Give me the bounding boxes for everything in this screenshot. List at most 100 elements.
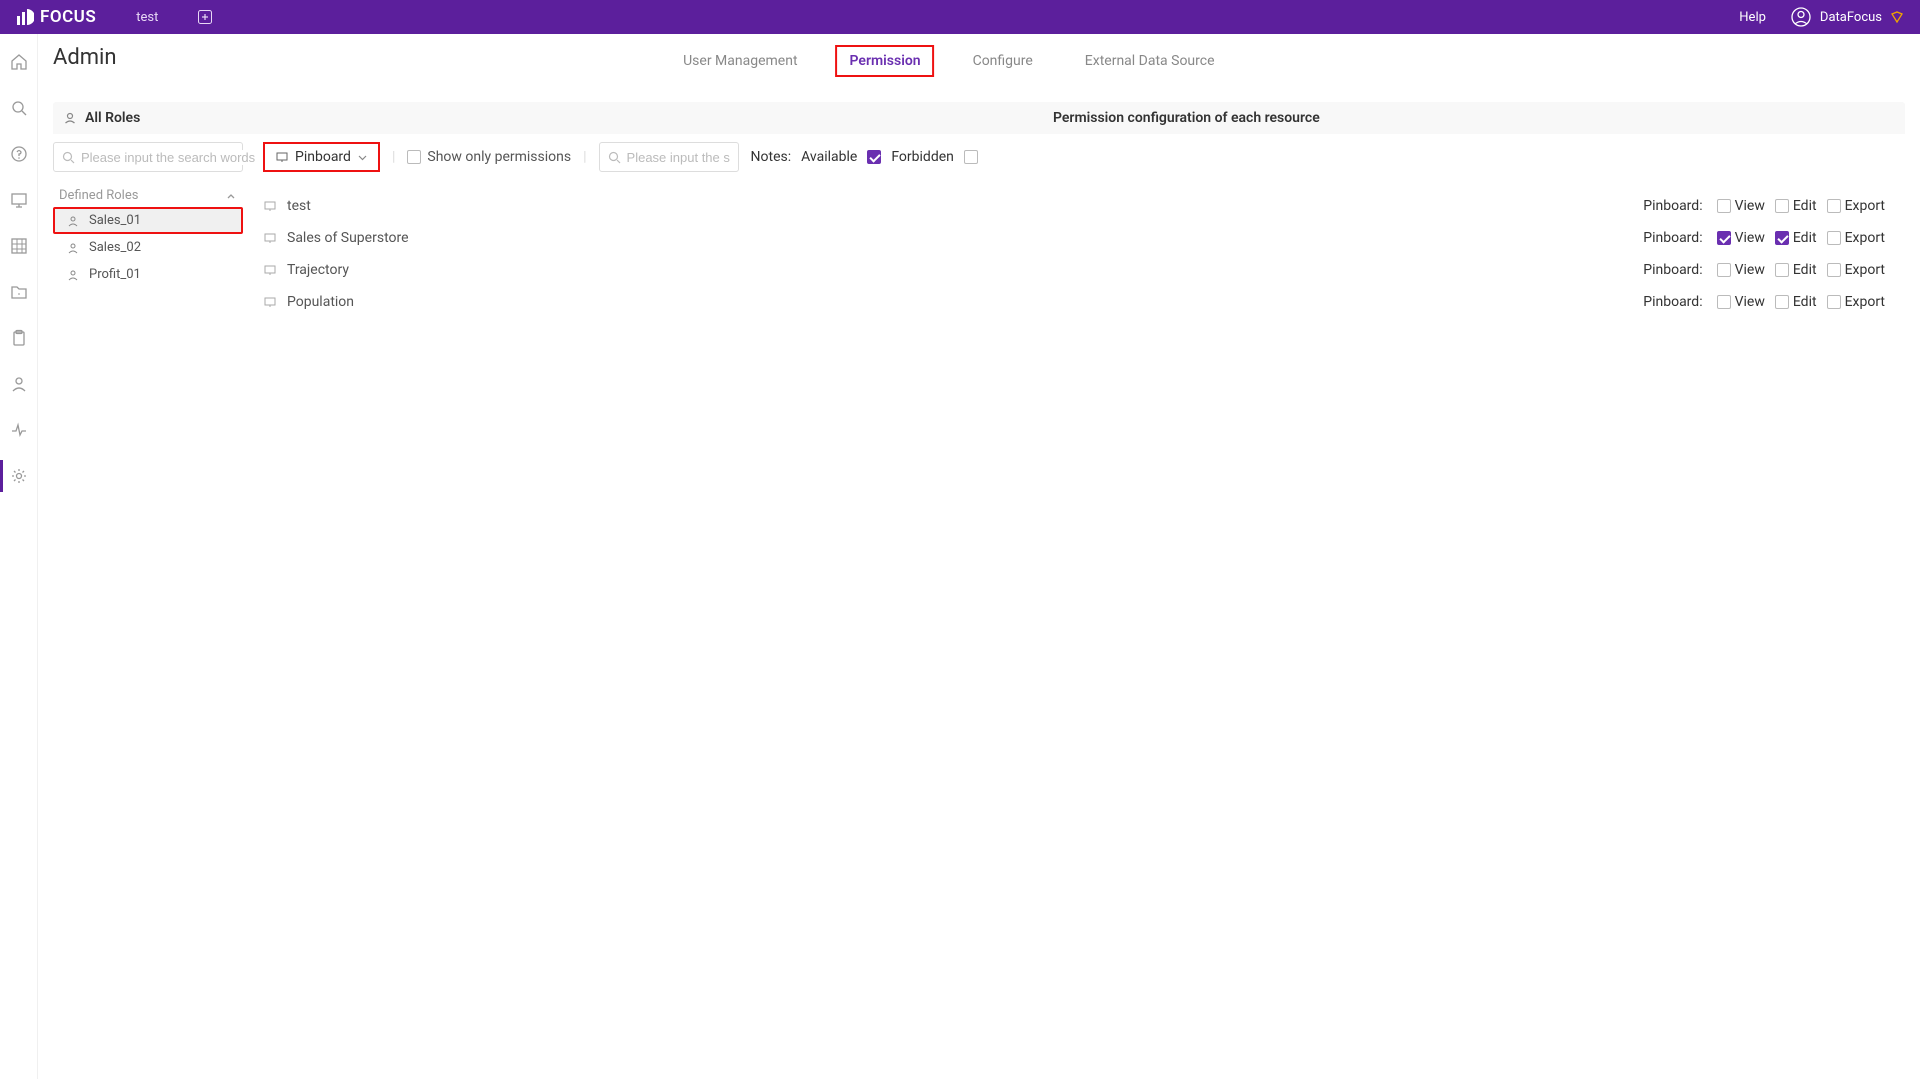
user-icon bbox=[67, 215, 79, 227]
nav-help-icon[interactable] bbox=[9, 144, 29, 164]
perm-export-label: Export bbox=[1845, 230, 1885, 246]
resource-name: Trajectory bbox=[287, 262, 1643, 278]
roles-panel: All Roles Defined Roles Sales_01 bbox=[53, 102, 243, 1079]
nav-activity-icon[interactable] bbox=[9, 420, 29, 440]
diamond-icon bbox=[1890, 10, 1904, 24]
resource-row: Sales of Superstore Pinboard: View Edit … bbox=[263, 222, 1905, 254]
user-icon bbox=[67, 242, 79, 254]
nav-home-icon[interactable] bbox=[9, 52, 29, 72]
show-only-permissions[interactable]: Show only permissions bbox=[407, 149, 571, 165]
perm-view-label: View bbox=[1735, 198, 1765, 214]
resource-toolbar: Pinboard | Show only permissions | Not bbox=[243, 142, 1905, 172]
user-icon bbox=[67, 269, 79, 281]
view-checkbox[interactable] bbox=[1717, 263, 1731, 277]
perm-edit-label: Edit bbox=[1793, 198, 1817, 214]
nav-user-icon[interactable] bbox=[9, 374, 29, 394]
role-item[interactable]: Profit_01 bbox=[53, 261, 243, 288]
defined-roles-toggle[interactable]: Defined Roles bbox=[53, 184, 243, 207]
logo-icon bbox=[16, 8, 34, 26]
resource-name: test bbox=[287, 198, 1643, 214]
tab-item[interactable]: test bbox=[136, 10, 158, 25]
perm-type-label: Pinboard: bbox=[1643, 230, 1702, 246]
perm-view-label: View bbox=[1735, 262, 1765, 278]
resource-name: Sales of Superstore bbox=[287, 230, 1643, 246]
export-checkbox[interactable] bbox=[1827, 295, 1841, 309]
nav-search-icon[interactable] bbox=[9, 98, 29, 118]
nav-clipboard-icon[interactable] bbox=[9, 328, 29, 348]
add-tab-icon[interactable] bbox=[198, 10, 212, 24]
perm-export-label: Export bbox=[1845, 198, 1885, 214]
nav-grid-icon[interactable] bbox=[9, 236, 29, 256]
defined-roles-label: Defined Roles bbox=[59, 188, 138, 203]
perm-export-label: Export bbox=[1845, 294, 1885, 310]
pinboard-icon bbox=[275, 150, 289, 164]
view-checkbox[interactable] bbox=[1717, 199, 1731, 213]
edit-checkbox[interactable] bbox=[1775, 263, 1789, 277]
perm-type-label: Pinboard: bbox=[1643, 198, 1702, 214]
divider: | bbox=[392, 149, 395, 165]
resource-type-dropdown[interactable]: Pinboard bbox=[263, 142, 380, 172]
top-header: FOCUS test Help DataFocus bbox=[0, 0, 1920, 34]
nav-folder-icon[interactable] bbox=[9, 282, 29, 302]
resource-panel-title: Permission configuration of each resourc… bbox=[243, 102, 1905, 134]
export-checkbox[interactable] bbox=[1827, 199, 1841, 213]
perm-edit-label: Edit bbox=[1793, 262, 1817, 278]
nav-settings-icon[interactable] bbox=[9, 466, 29, 486]
available-label: Available bbox=[801, 149, 857, 165]
role-name: Sales_02 bbox=[89, 240, 141, 255]
perm-export-label: Export bbox=[1845, 262, 1885, 278]
perm-type-label: Pinboard: bbox=[1643, 294, 1702, 310]
view-checkbox[interactable] bbox=[1717, 295, 1731, 309]
notes-label: Notes: bbox=[751, 149, 792, 165]
user-menu[interactable]: DataFocus bbox=[1790, 6, 1904, 28]
tab-permission[interactable]: Permission bbox=[836, 45, 935, 77]
role-search[interactable] bbox=[53, 142, 243, 172]
export-checkbox[interactable] bbox=[1827, 263, 1841, 277]
role-item[interactable]: Sales_02 bbox=[53, 234, 243, 261]
view-checkbox[interactable] bbox=[1717, 231, 1731, 245]
nav-presentation-icon[interactable] bbox=[9, 190, 29, 210]
edit-checkbox[interactable] bbox=[1775, 231, 1789, 245]
resource-name: Population bbox=[287, 294, 1643, 310]
show-only-checkbox[interactable] bbox=[407, 150, 421, 164]
edit-checkbox[interactable] bbox=[1775, 295, 1789, 309]
role-item[interactable]: Sales_01 bbox=[53, 207, 243, 234]
tab-user-management[interactable]: User Management bbox=[669, 45, 811, 77]
resource-row: Population Pinboard: View Edit Export bbox=[263, 286, 1905, 318]
dropdown-label: Pinboard bbox=[295, 149, 351, 165]
available-legend-checkbox bbox=[867, 150, 881, 164]
role-search-input[interactable] bbox=[81, 150, 257, 165]
logo-text: FOCUS bbox=[40, 7, 96, 27]
tab-configure[interactable]: Configure bbox=[959, 45, 1047, 77]
tab-external-data-source[interactable]: External Data Source bbox=[1071, 45, 1229, 77]
notes-legend: Notes: Available Forbidden bbox=[751, 149, 978, 165]
logo[interactable]: FOCUS bbox=[16, 7, 96, 27]
page-title: Admin bbox=[53, 45, 117, 70]
left-nav bbox=[0, 34, 38, 1079]
resource-search[interactable] bbox=[599, 142, 739, 172]
user-avatar-icon bbox=[1790, 6, 1812, 28]
pinboard-icon bbox=[263, 231, 277, 245]
chevron-down-icon bbox=[357, 152, 368, 163]
perm-view-label: View bbox=[1735, 294, 1765, 310]
resource-search-input[interactable] bbox=[627, 150, 730, 165]
forbidden-label: Forbidden bbox=[891, 149, 954, 165]
perm-edit-label: Edit bbox=[1793, 230, 1817, 246]
all-roles-title: All Roles bbox=[85, 110, 140, 126]
export-checkbox[interactable] bbox=[1827, 231, 1841, 245]
resource-row: test Pinboard: View Edit Export bbox=[263, 190, 1905, 222]
perm-type-label: Pinboard: bbox=[1643, 262, 1702, 278]
user-icon bbox=[63, 111, 77, 125]
help-link[interactable]: Help bbox=[1739, 10, 1766, 25]
role-name: Sales_01 bbox=[89, 213, 141, 228]
divider: | bbox=[583, 149, 586, 165]
edit-checkbox[interactable] bbox=[1775, 199, 1789, 213]
perm-edit-label: Edit bbox=[1793, 294, 1817, 310]
admin-tabs: User Management Permission Configure Ext… bbox=[669, 45, 1228, 77]
role-name: Profit_01 bbox=[89, 267, 141, 282]
pinboard-icon bbox=[263, 263, 277, 277]
resource-row: Trajectory Pinboard: View Edit Export bbox=[263, 254, 1905, 286]
all-roles-header: All Roles bbox=[53, 102, 243, 134]
resource-list: test Pinboard: View Edit Export Sales of… bbox=[243, 190, 1905, 318]
chevron-up-icon bbox=[225, 190, 237, 202]
